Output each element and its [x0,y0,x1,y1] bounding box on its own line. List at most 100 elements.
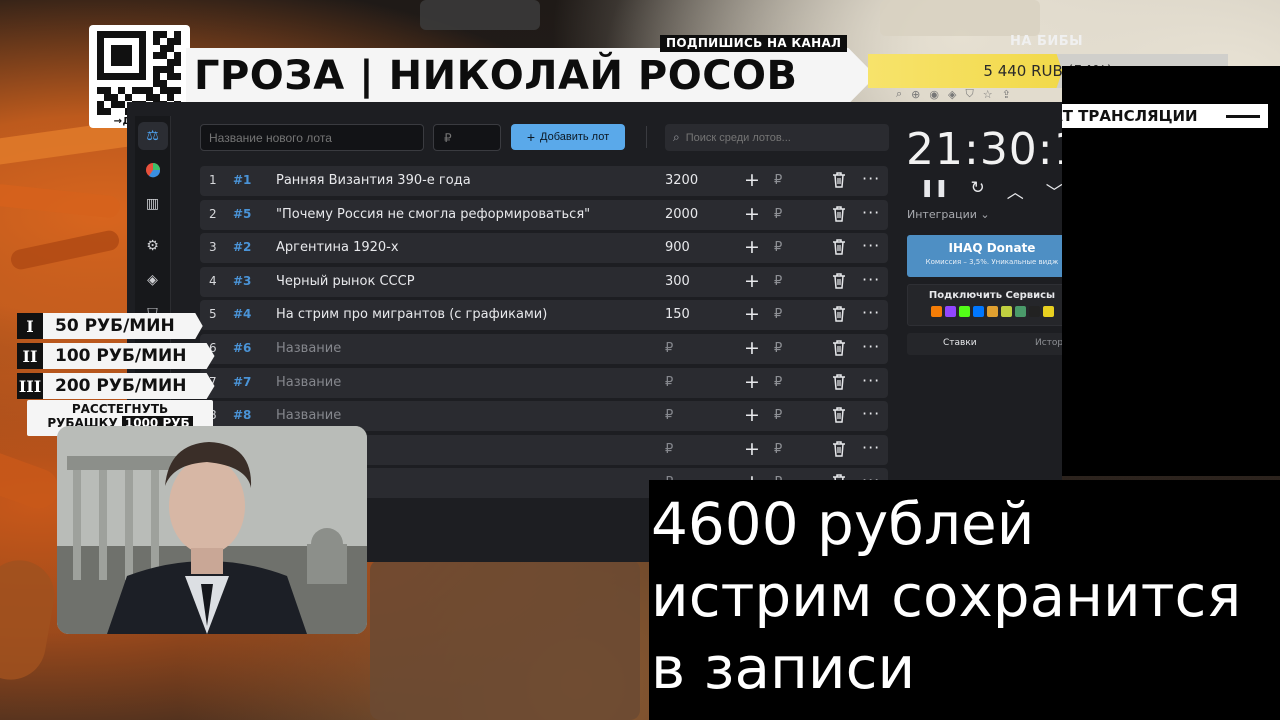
add-bid-icon[interactable]: + [744,270,760,292]
add-bid-icon[interactable]: + [744,236,760,258]
qr-module [132,87,139,94]
lot-name[interactable]: Ранняя Византия 390-е года [276,173,471,188]
add-bid-icon[interactable]: + [744,169,760,191]
lot-price[interactable]: 2000 [665,207,698,222]
qr-module [125,31,132,38]
qr-module [125,38,132,45]
share-icon[interactable]: ⇪ [1002,88,1011,101]
add-bid-icon[interactable]: + [744,203,760,225]
restart-icon[interactable]: ↻ [971,178,985,203]
donatepay-icon[interactable] [986,306,998,317]
kick-icon[interactable] [958,306,970,317]
twitch-icon[interactable] [944,306,956,317]
donate-service-card[interactable]: IHAQ Donate Комиссия – 3,5%. Уникальные … [907,235,1062,277]
trash-icon[interactable] [832,407,846,423]
shield-icon[interactable]: ⛉ [965,87,973,101]
boosty-icon[interactable] [1000,306,1012,317]
extension-icon[interactable]: ◈ [948,88,956,101]
lot-name[interactable]: Название [276,375,341,390]
lot-name[interactable]: "Почему Россия не смогла реформироваться… [276,207,590,222]
add-lot-button[interactable]: + Добавить лот [511,124,625,150]
pause-icon[interactable]: ❚❚ [920,178,949,203]
lot-row[interactable]: 2 #5 "Почему Россия не смогла реформироват… [200,199,888,230]
trash-icon[interactable] [832,273,846,289]
infinity-icon[interactable] [1014,306,1026,317]
more-options-icon[interactable]: ··· [862,203,880,222]
trash-icon[interactable] [832,306,846,323]
gear-icon[interactable]: ⚙ [138,232,168,260]
tier-row-2: II 100 РУБ/МИН [17,343,215,369]
lot-price[interactable]: 300 [665,274,690,289]
chevron-down-icon[interactable]: ﹀ [1046,178,1062,203]
qr-module [111,38,118,45]
lot-row[interactable]: 6 #6 Название ₽ + ₽ ··· [200,333,888,364]
add-bid-icon[interactable]: + [744,337,760,359]
qr-module [132,45,139,52]
layers-icon[interactable]: ◈ [138,266,168,294]
lot-price[interactable]: ₽ [665,375,673,390]
more-options-icon[interactable]: ··· [862,404,880,423]
bar-chart-icon[interactable]: ▥ [138,190,168,218]
lot-row[interactable]: 4 #3 Черный рынок СССР 300 + ₽ ··· [200,266,888,297]
lot-row[interactable]: 1 #1 Ранняя Византия 390-е года 3200 + ₽ ··· [200,166,888,196]
trash-icon[interactable] [832,373,846,390]
new-lot-price-input[interactable] [433,124,501,151]
add-bid-icon[interactable]: + [744,371,760,393]
trash-icon[interactable] [832,340,846,356]
trash-icon[interactable] [832,441,846,457]
lot-price[interactable]: ₽ [665,442,673,457]
gavel-icon[interactable]: ⚖ [137,122,168,150]
lot-search[interactable]: ⌕ [665,124,889,151]
qr-module [174,59,181,66]
qr-module [132,31,139,38]
more-options-icon[interactable]: ··· [862,270,880,289]
x-icon[interactable] [1028,306,1040,317]
qr-module [118,101,125,108]
trash-icon[interactable] [832,239,846,255]
lot-row[interactable]: 5 #4 На стрим про мигрантов (с графиками) 1… [200,300,888,331]
more-options-icon[interactable]: ··· [862,169,880,188]
vk-icon[interactable] [972,306,984,317]
lot-search-input[interactable] [685,131,876,144]
lot-row[interactable]: 3 #2 Аргентина 1920-х 900 + ₽ ··· [200,233,888,264]
magnifier-icon[interactable]: ⌕ [896,87,902,101]
trash-icon[interactable] [832,172,846,188]
add-bid-icon[interactable]: + [744,438,760,460]
lot-name[interactable]: Аргентина 1920-х [276,240,399,255]
pie-chart-icon[interactable] [138,156,168,184]
integrations-dropdown[interactable]: Интеграции ⌄ [907,208,990,221]
trash-icon[interactable] [832,205,846,222]
more-options-icon[interactable]: ··· [862,303,880,322]
camera-icon[interactable]: ◉ [929,88,939,101]
lot-price[interactable]: ₽ [665,341,673,356]
lot-name[interactable]: Название [276,341,341,356]
lot-row[interactable]: 7 #7 Название ₽ + ₽ ··· [200,367,888,398]
qr-module [118,94,125,101]
tab-bids[interactable]: Ставки [943,338,977,348]
lot-price[interactable]: 900 [665,240,690,255]
lot-name[interactable]: Черный рынок СССР [276,274,415,289]
qr-module [125,45,132,52]
lot-name[interactable]: На стрим про мигрантов (с графиками) [276,307,547,322]
qr-module [125,94,132,101]
lot-price[interactable]: 150 [665,307,690,322]
more-options-icon[interactable]: ··· [862,236,880,255]
zoom-icon[interactable]: ⊕ [911,88,920,101]
connect-services-card[interactable]: Подключить Сервисы [907,284,1062,326]
more-options-icon[interactable]: ··· [862,371,880,390]
lot-index: 3 [209,240,217,255]
add-bid-icon[interactable]: + [744,404,760,426]
lot-price[interactable]: 3200 [665,173,698,188]
star-icon[interactable]: ☆ [983,88,993,101]
lot-price[interactable]: ₽ [665,408,673,423]
lot-name[interactable]: Название [276,408,341,423]
new-lot-name-input[interactable] [200,124,424,151]
add-bid-icon[interactable]: + [744,303,760,325]
more-options-icon[interactable]: ··· [862,337,880,356]
donationalerts-icon[interactable] [930,306,942,317]
more-options-icon[interactable]: ··· [862,438,880,457]
yellow-service-icon[interactable] [1042,306,1054,317]
chevron-up-icon[interactable]: ︿ [1007,178,1024,203]
tab-history[interactable]: Истори [1035,338,1062,348]
qr-module [97,87,104,94]
